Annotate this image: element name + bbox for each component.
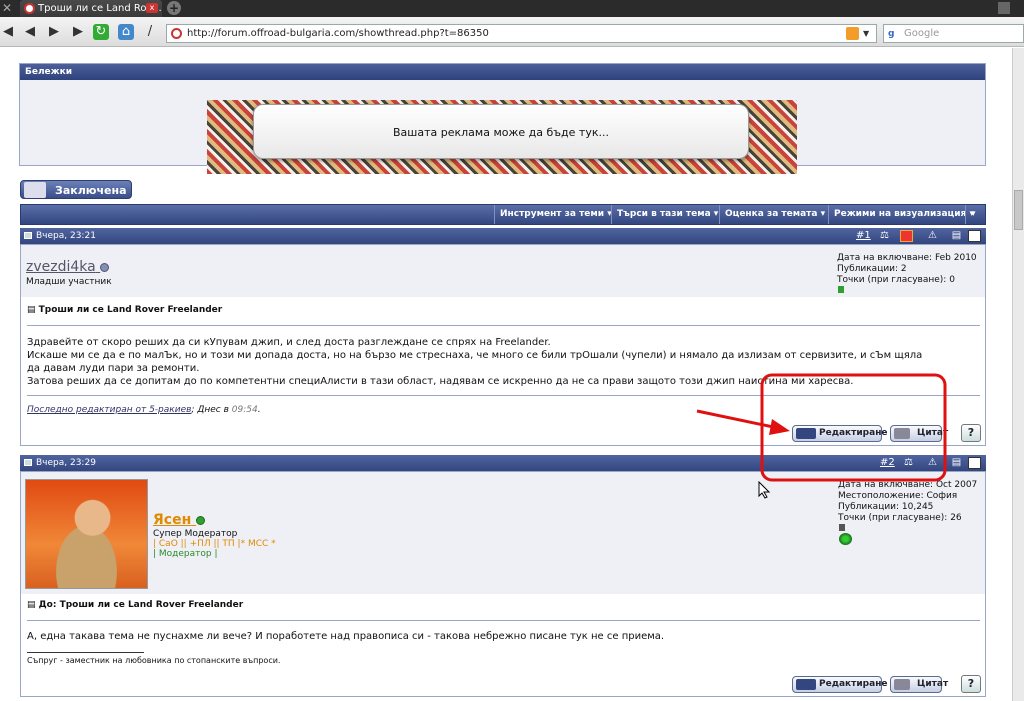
annotation-overlay	[696, 373, 947, 482]
annotation-arrow	[696, 409, 779, 430]
mouse-cursor-icon	[758, 481, 770, 499]
highlight-box	[760, 373, 947, 482]
arrow-head	[769, 419, 790, 435]
